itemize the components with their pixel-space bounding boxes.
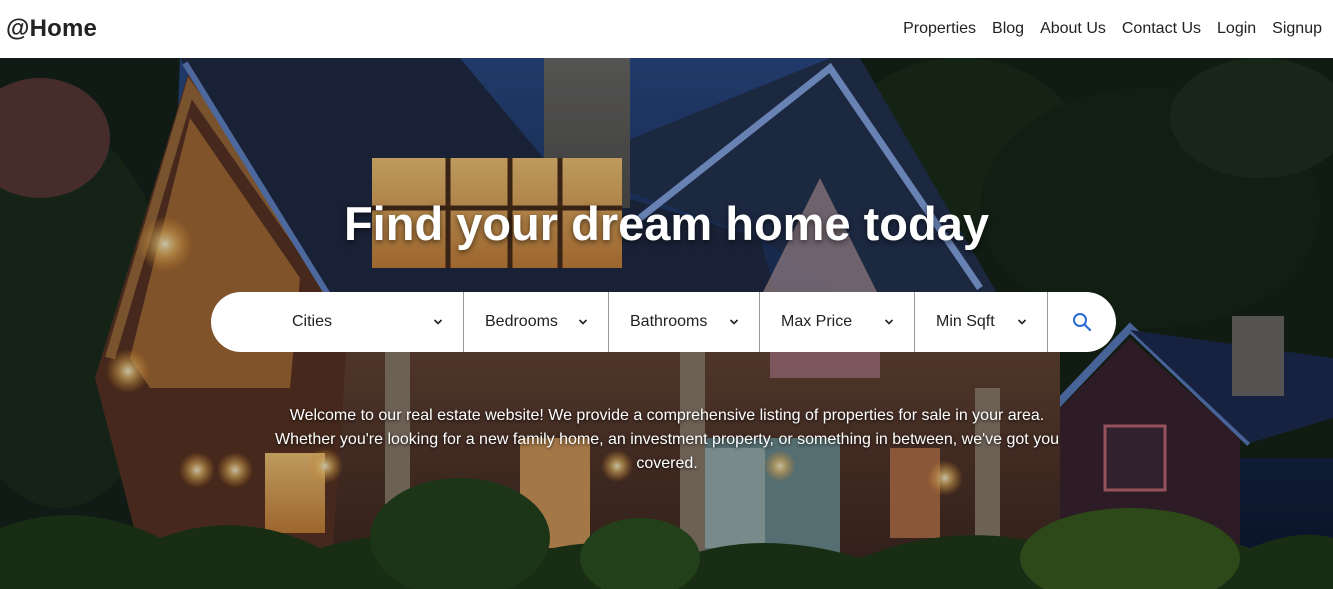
chevron-down-icon — [1017, 319, 1027, 325]
nav-login[interactable]: Login — [1217, 20, 1256, 38]
bedrooms-label: Bedrooms — [485, 313, 558, 330]
chevron-down-icon — [729, 319, 739, 325]
hero-description: Welcome to our real estate website! We p… — [275, 407, 1059, 472]
bathrooms-label: Bathrooms — [630, 313, 708, 330]
min-sqft-label: Min Sqft — [936, 313, 995, 330]
nav-contact-us[interactable]: Contact Us — [1122, 20, 1201, 38]
nav-properties[interactable]: Properties — [903, 20, 976, 38]
bathrooms-dropdown[interactable]: Bathrooms — [609, 292, 760, 352]
chevron-down-icon — [433, 319, 443, 325]
site-logo[interactable]: @Home — [6, 15, 97, 43]
nav-blog[interactable]: Blog — [992, 20, 1024, 38]
chevron-down-icon — [884, 319, 894, 325]
max-price-label: Max Price — [781, 313, 853, 330]
search-button[interactable] — [1048, 292, 1116, 352]
cities-label: Cities — [292, 313, 333, 330]
max-price-dropdown[interactable]: Max Price — [760, 292, 915, 352]
property-search-bar: Cities Bedrooms Bathrooms Max Price Min … — [211, 292, 1116, 352]
top-navbar: @Home Properties Blog About Us Contact U… — [0, 0, 1333, 58]
min-sqft-dropdown[interactable]: Min Sqft — [915, 292, 1048, 352]
main-nav: Properties Blog About Us Contact Us Logi… — [887, 20, 1322, 38]
hero-section: Find your dream home today Cities Bedroo… — [0, 58, 1333, 589]
cities-dropdown[interactable]: Cities — [211, 292, 464, 352]
chevron-down-icon — [578, 319, 588, 325]
hero-title: Find your dream home today — [343, 197, 990, 250]
nav-about-us[interactable]: About Us — [1040, 20, 1106, 38]
nav-signup[interactable]: Signup — [1272, 20, 1322, 38]
search-icon — [1073, 313, 1092, 332]
bedrooms-dropdown[interactable]: Bedrooms — [464, 292, 609, 352]
